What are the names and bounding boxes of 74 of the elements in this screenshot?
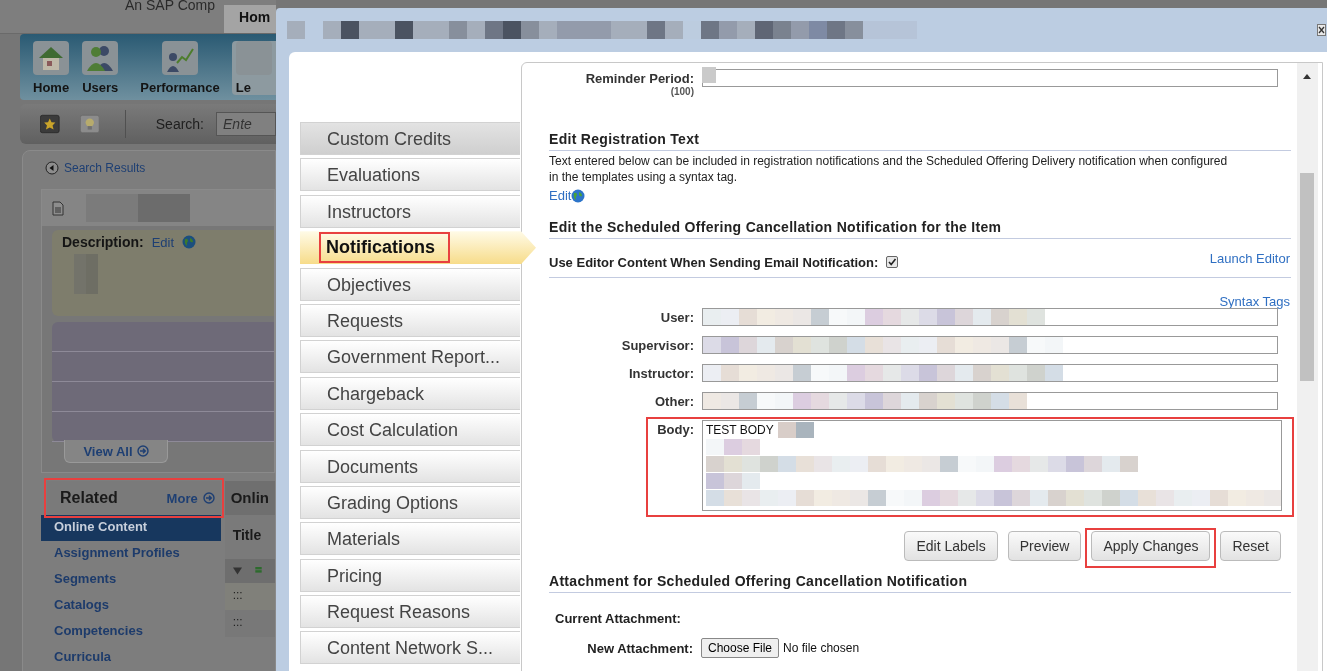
side-tab[interactable]: Chargeback bbox=[300, 376, 520, 410]
field-label: Body: bbox=[657, 422, 694, 437]
action-button[interactable]: Preview bbox=[1007, 531, 1082, 561]
input-field[interactable] bbox=[702, 364, 1278, 382]
side-tab[interactable]: Content Network S... bbox=[300, 631, 520, 665]
document-icon bbox=[52, 200, 64, 216]
brand-text: An SAP Comp bbox=[125, 0, 215, 13]
checkbox[interactable] bbox=[886, 256, 899, 268]
search-label: Search: bbox=[155, 116, 204, 132]
side-tab[interactable]: Custom Credits bbox=[300, 122, 520, 155]
side-tab[interactable]: Objectives bbox=[300, 267, 520, 301]
scrollbar[interactable] bbox=[1297, 63, 1318, 671]
related-heading: Related bbox=[60, 489, 118, 507]
action-button[interactable]: Apply Changes bbox=[1091, 531, 1211, 561]
action-button[interactable]: Reset bbox=[1220, 531, 1281, 561]
checkbox-label: Use Editor Content When Sending Email Notification: bbox=[549, 254, 879, 270]
arrow-right-icon bbox=[202, 492, 215, 504]
file-status: No file chosen bbox=[783, 641, 860, 655]
input-field[interactable] bbox=[702, 336, 1278, 354]
field-label: Reminder Period: bbox=[585, 71, 694, 86]
choose-file-button[interactable]: Choose File bbox=[701, 638, 780, 658]
side-tab[interactable]: Cost Calculation bbox=[300, 413, 520, 447]
table-heading: Onlin bbox=[224, 481, 275, 515]
nav-label[interactable]: Performance bbox=[140, 80, 220, 95]
drag-handle[interactable]: ::: bbox=[224, 610, 275, 637]
side-tab[interactable]: Requests bbox=[300, 303, 520, 337]
field-label: User: bbox=[660, 310, 694, 325]
close-icon[interactable] bbox=[1317, 24, 1326, 36]
side-tab[interactable]: Evaluations bbox=[300, 158, 520, 192]
related-item[interactable]: Online Content bbox=[41, 515, 221, 541]
top-tab[interactable]: Hom bbox=[224, 5, 276, 33]
nav-label[interactable]: Le bbox=[235, 80, 251, 95]
scroll-up-icon[interactable] bbox=[1302, 73, 1312, 79]
globe-icon[interactable] bbox=[182, 235, 197, 249]
description-label: Description: bbox=[62, 234, 144, 250]
side-tab[interactable]: Pricing bbox=[300, 558, 520, 592]
nav-label[interactable]: Users bbox=[82, 80, 119, 95]
input-field[interactable] bbox=[702, 392, 1278, 410]
description-text: Text entered below can be included in registration notifications and the Scheduled Offering Delivery notification when configured in the templates using a syntax tag. bbox=[549, 153, 1229, 185]
side-tab[interactable]: Documents bbox=[300, 449, 520, 483]
body-text: TEST BODY bbox=[706, 423, 774, 437]
section-heading: Attachment for Scheduled Offering Cancellation Notification bbox=[549, 573, 1291, 593]
action-button[interactable]: Edit Labels bbox=[904, 531, 998, 561]
caret-icon[interactable] bbox=[232, 567, 242, 575]
field-label: Other: bbox=[655, 394, 694, 409]
field-label: Instructor: bbox=[629, 366, 694, 381]
search-field[interactable]: Ente bbox=[216, 112, 276, 136]
section-heading: Edit Registration Text bbox=[549, 131, 1291, 151]
field-label: New Attachment: bbox=[586, 640, 693, 656]
chart-person-icon[interactable] bbox=[162, 41, 198, 75]
stack-icon bbox=[253, 567, 263, 575]
house-icon[interactable] bbox=[33, 41, 70, 75]
globe-icon[interactable] bbox=[571, 188, 586, 203]
scroll-thumb[interactable] bbox=[1300, 173, 1314, 381]
arrow-right-icon bbox=[136, 445, 149, 457]
side-tab[interactable]: Government Report... bbox=[300, 340, 520, 374]
field-label: Current Attachment: bbox=[555, 611, 682, 626]
field-hint: (100) bbox=[670, 86, 694, 97]
edit-link[interactable]: Edit bbox=[549, 188, 572, 203]
side-tab[interactable]: Grading Options bbox=[300, 485, 520, 519]
section-heading: Edit the Scheduled Offering Cancellation Notification for the Item bbox=[549, 219, 1291, 239]
field-label: Supervisor: bbox=[621, 338, 694, 353]
nav-label[interactable]: Home bbox=[33, 80, 70, 95]
side-tab[interactable]: Materials bbox=[300, 522, 520, 556]
input-field[interactable] bbox=[702, 308, 1278, 326]
syntax-tags-link[interactable]: Syntax Tags bbox=[1219, 294, 1290, 308]
users-icon[interactable] bbox=[82, 41, 119, 75]
blurred-text bbox=[777, 422, 814, 438]
side-tab[interactable]: Instructors bbox=[300, 194, 520, 228]
side-tab[interactable]: Notifications bbox=[300, 231, 536, 265]
body-textarea[interactable]: TEST BODY bbox=[702, 420, 1282, 511]
reminder-field[interactable] bbox=[702, 69, 1278, 87]
side-tab[interactable]: Request Reasons bbox=[300, 595, 520, 629]
launch-editor-link[interactable]: Launch Editor bbox=[1209, 250, 1290, 266]
